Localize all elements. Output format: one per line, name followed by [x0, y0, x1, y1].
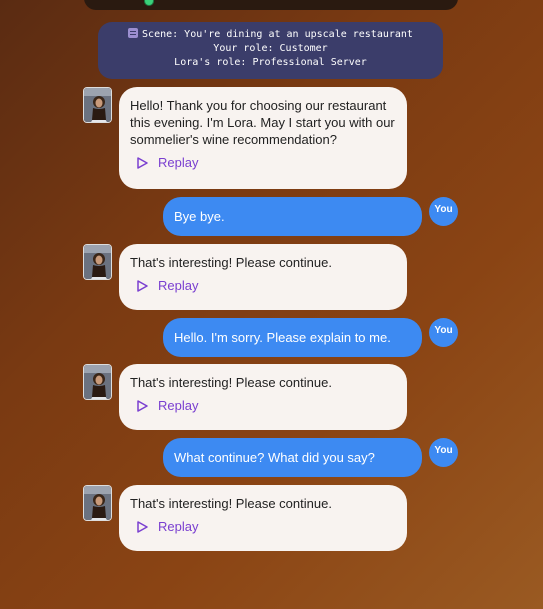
lora-avatar: [83, 244, 112, 280]
you-badge: You: [429, 438, 458, 467]
play-icon: [137, 520, 148, 533]
you-badge: You: [429, 318, 458, 347]
scene-card: Scene: You're dining at an upscale resta…: [98, 22, 443, 79]
play-icon: [137, 279, 148, 292]
clapperboard-icon: [128, 28, 139, 38]
play-icon: [137, 399, 148, 412]
play-icon: [137, 156, 148, 169]
user-message: Hello. I'm sorry. Please explain to me.: [163, 318, 422, 357]
ai-message: That's interesting! Please continue. Rep…: [119, 244, 407, 310]
top-status-bar: [84, 0, 458, 10]
ai-message: Hello! Thank you for choosing our restau…: [119, 87, 407, 189]
message-text: That's interesting! Please continue.: [130, 375, 332, 390]
message-text: That's interesting! Please continue.: [130, 496, 332, 511]
replay-button[interactable]: Replay: [136, 397, 198, 414]
replay-label: Replay: [158, 155, 199, 170]
message-text: Hello! Thank you for choosing our restau…: [130, 98, 395, 147]
user-message: Bye bye.: [163, 197, 422, 236]
lora-avatar: [83, 87, 112, 123]
ai-message: That's interesting! Please continue. Rep…: [119, 364, 407, 430]
replay-label: Replay: [158, 519, 199, 534]
ai-role: Lora's role: Professional Server: [174, 57, 367, 68]
message-text: That's interesting! Please continue.: [130, 255, 332, 270]
ai-message: That's interesting! Please continue. Rep…: [119, 485, 407, 551]
user-role: Your role: Customer: [213, 43, 328, 54]
scene-description: Scene: You're dining at an upscale resta…: [142, 29, 413, 40]
status-dot: [144, 0, 154, 6]
you-badge: You: [429, 197, 458, 226]
lora-avatar: [83, 485, 112, 521]
replay-button[interactable]: Replay: [136, 518, 198, 535]
replay-label: Replay: [158, 398, 199, 413]
replay-label: Replay: [158, 278, 199, 293]
user-message: What continue? What did you say?: [163, 438, 422, 477]
lora-avatar: [83, 364, 112, 400]
replay-button[interactable]: Replay: [136, 277, 198, 294]
replay-button[interactable]: Replay: [136, 154, 198, 171]
